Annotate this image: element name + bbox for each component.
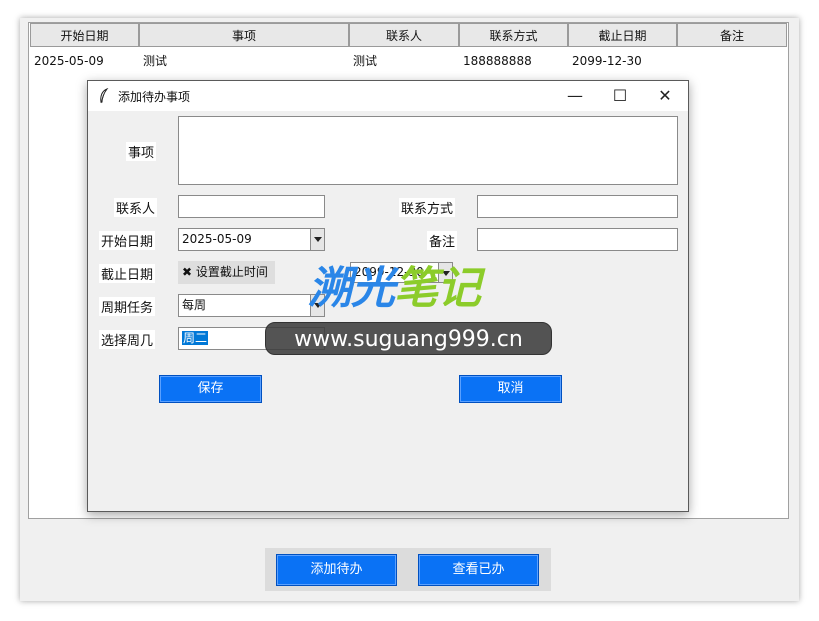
set-deadline-checkbox[interactable]: ✖ 设置截止时间 — [178, 261, 275, 284]
dialog-titlebar[interactable]: 添加待办事项 — ☐ ✕ — [88, 81, 688, 111]
cancel-button[interactable]: 取消 — [459, 375, 562, 403]
item-label: 事项 — [126, 142, 157, 161]
cell-item: 测试 — [143, 54, 168, 68]
weekday-label: 选择周几 — [99, 330, 156, 349]
close-icon: ✕ — [658, 86, 672, 105]
watermark-brand: 溯光笔记 — [308, 252, 481, 316]
contact-method-input[interactable] — [477, 195, 678, 218]
cell-contact-method: 188888888 — [463, 54, 532, 68]
note-input[interactable] — [477, 228, 678, 251]
contact-input[interactable] — [178, 195, 325, 218]
period-value: 每周 — [182, 298, 207, 312]
watermark-brand-part2: 笔记 — [394, 263, 481, 314]
minimize-button[interactable]: — — [552, 81, 598, 111]
column-header-contact-method[interactable]: 联系方式 — [459, 23, 568, 47]
dropdown-arrow-icon[interactable] — [310, 229, 324, 250]
watermark-brand-part1: 溯光 — [308, 263, 395, 314]
start-date-combobox[interactable]: 2025-05-09 — [178, 228, 325, 251]
view-done-button[interactable]: 查看已办 — [418, 554, 539, 586]
dialog-title: 添加待办事项 — [118, 90, 191, 104]
note-label: 备注 — [427, 231, 458, 250]
cell-deadline: 2099-12-30 — [572, 54, 642, 68]
table-header: 开始日期 事项 联系人 联系方式 截止日期 备注 — [29, 23, 788, 49]
column-header-start-date[interactable]: 开始日期 — [30, 23, 139, 47]
cell-contact: 测试 — [353, 54, 378, 68]
contact-method-label: 联系方式 — [399, 198, 456, 217]
period-combobox[interactable]: 每周 — [178, 294, 325, 317]
add-todo-button[interactable]: 添加待办 — [276, 554, 397, 586]
minimize-icon: — — [567, 86, 583, 105]
column-header-contact[interactable]: 联系人 — [349, 23, 459, 47]
maximize-button[interactable]: ☐ — [597, 81, 643, 111]
cell-start-date: 2025-05-09 — [34, 54, 104, 68]
column-header-note[interactable]: 备注 — [677, 23, 787, 47]
checkbox-x-icon: ✖ — [182, 265, 193, 279]
maximize-icon: ☐ — [612, 86, 628, 105]
feather-icon — [100, 88, 109, 104]
weekday-value: 周二 — [182, 331, 209, 345]
start-date-value: 2025-05-09 — [182, 232, 252, 246]
period-label: 周期任务 — [99, 297, 156, 316]
item-textarea[interactable] — [178, 116, 678, 185]
contact-label: 联系人 — [114, 198, 158, 217]
set-deadline-checkbox-label: 设置截止时间 — [195, 265, 268, 279]
bottom-button-bar: 添加待办 查看已办 — [265, 548, 551, 591]
save-button[interactable]: 保存 — [159, 375, 262, 403]
deadline-label: 截止日期 — [99, 264, 156, 283]
start-date-label: 开始日期 — [99, 231, 156, 250]
watermark-url: www.suguang999.cn — [265, 322, 552, 355]
close-button[interactable]: ✕ — [642, 81, 688, 111]
column-header-deadline[interactable]: 截止日期 — [568, 23, 677, 47]
column-header-item[interactable]: 事项 — [139, 23, 349, 47]
